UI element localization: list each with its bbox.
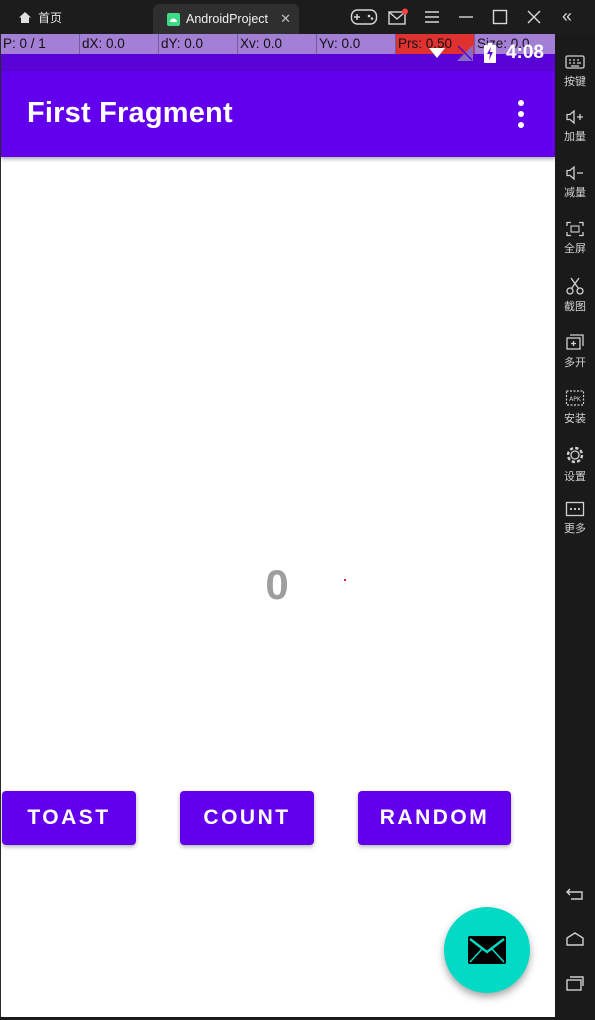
sidebar-item-multi-instance[interactable]: 多开 xyxy=(555,333,595,370)
status-bar: P: 0 / 1 dX: 0.0 dY: 0.0 Xv: 0.0 Yv: 0.0… xyxy=(1,34,555,71)
sidebar-item-label: 加量 xyxy=(564,131,586,143)
sidebar-item-label: 减量 xyxy=(564,187,586,199)
home-icon xyxy=(566,932,584,946)
sidebar-item-keys[interactable]: 按键 xyxy=(555,54,595,89)
sidebar-item-label: 设置 xyxy=(564,471,586,483)
volume-down-icon xyxy=(566,165,583,181)
email-icon xyxy=(468,936,506,964)
app-bar: First Fragment xyxy=(1,71,555,157)
svg-text:APK: APK xyxy=(569,396,582,403)
overflow-menu-icon[interactable] xyxy=(510,100,532,128)
battery-charging-icon xyxy=(483,43,496,63)
sidebar-item-volume-down[interactable]: 减量 xyxy=(555,165,595,200)
sidebar-item-fullscreen[interactable]: 全屏 xyxy=(555,221,595,256)
menu-icon[interactable] xyxy=(415,0,449,34)
app-tab-label: AndroidProject xyxy=(186,12,268,26)
debug-yv: Yv: 0.0 xyxy=(317,34,396,54)
sidebar-item-install-apk[interactable]: APK 安装 xyxy=(555,389,595,426)
keyboard-icon xyxy=(565,55,585,69)
sidebar-item-label: 更多 xyxy=(564,523,586,535)
home-tab[interactable]: 首页 xyxy=(18,0,62,34)
mail-icon[interactable] xyxy=(381,0,415,34)
debug-dy: dY: 0.0 xyxy=(159,34,238,54)
emulator-titlebar: 首页 AndroidProject ✕ « xyxy=(0,0,595,34)
count-text: 0 xyxy=(265,561,289,608)
more-icon xyxy=(565,501,585,517)
sidebar-item-label: 多开 xyxy=(564,357,586,369)
wifi-icon xyxy=(428,48,445,58)
home-tab-label: 首页 xyxy=(38,10,63,25)
maximize-icon[interactable] xyxy=(483,0,517,34)
nav-recents-button[interactable] xyxy=(555,975,595,994)
phone-screen: P: 0 / 1 dX: 0.0 dY: 0.0 Xv: 0.0 Yv: 0.0… xyxy=(0,34,555,1017)
debug-dx: dX: 0.0 xyxy=(80,34,159,54)
multi-instance-icon xyxy=(566,334,584,350)
fullscreen-icon xyxy=(566,221,584,237)
debug-xv: Xv: 0.0 xyxy=(238,34,317,54)
sidebar-item-volume-up[interactable]: 加量 xyxy=(555,109,595,144)
no-signal-icon xyxy=(456,45,473,61)
app-tab[interactable]: AndroidProject ✕ xyxy=(153,4,299,34)
touch-pointer-dot xyxy=(344,579,346,581)
recents-icon xyxy=(566,976,584,991)
random-button[interactable]: RANDOM xyxy=(358,791,511,845)
settings-icon xyxy=(566,446,584,464)
nav-back-button[interactable] xyxy=(555,886,595,905)
app-bar-title: First Fragment xyxy=(27,97,233,129)
sidebar-item-settings[interactable]: 设置 xyxy=(555,445,595,484)
sidebar-item-label: 截图 xyxy=(564,301,586,313)
status-time: 4:08 xyxy=(505,42,544,63)
sidebar-item-screenshot[interactable]: 截图 xyxy=(555,277,595,314)
email-fab[interactable] xyxy=(444,907,530,993)
sidebar-item-more[interactable]: 更多 xyxy=(555,501,595,536)
back-icon xyxy=(566,888,583,900)
debug-pointer-count: P: 0 / 1 xyxy=(1,34,80,54)
volume-up-icon xyxy=(566,109,583,125)
android-app-icon xyxy=(167,12,180,26)
minimize-icon[interactable] xyxy=(449,0,483,34)
emulator-sidebar: 按键 加量 减量 全屏 截图 多开 APK 安装 设置 更多 xyxy=(555,34,595,1020)
apk-install-icon: APK xyxy=(565,390,585,406)
count-button[interactable]: COUNT xyxy=(180,791,314,845)
toast-button[interactable]: TOAST xyxy=(2,791,136,845)
sidebar-item-label: 安装 xyxy=(564,413,586,425)
gamepad-icon[interactable] xyxy=(347,0,381,34)
house-icon xyxy=(19,11,31,23)
close-icon[interactable] xyxy=(517,0,551,34)
collapse-sidebar-icon[interactable]: « xyxy=(562,6,572,27)
sidebar-item-label: 全屏 xyxy=(564,243,586,255)
scissors-icon xyxy=(566,277,584,295)
sidebar-item-label: 按键 xyxy=(564,76,586,88)
nav-home-button[interactable] xyxy=(555,931,595,950)
tab-close-icon[interactable]: ✕ xyxy=(280,11,291,27)
